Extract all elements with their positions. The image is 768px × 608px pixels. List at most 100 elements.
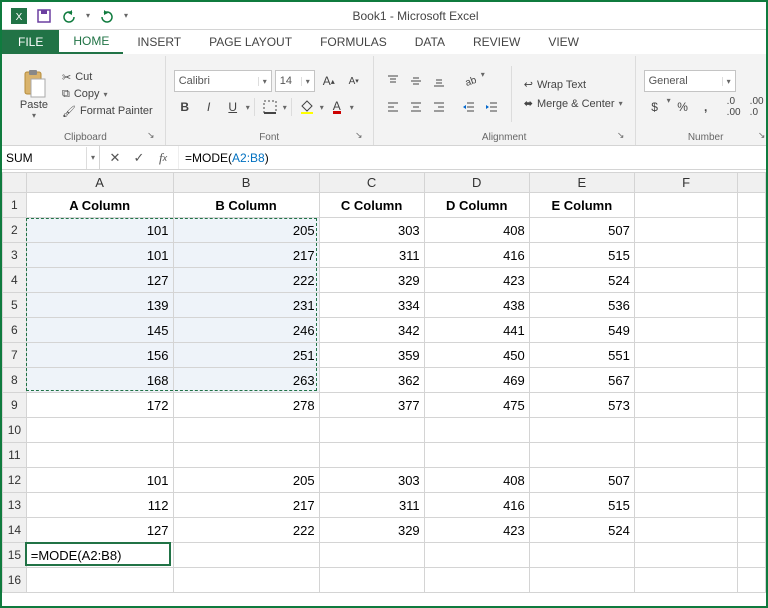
row-header-10[interactable]: 10	[3, 418, 27, 443]
cell[interactable]: 231	[173, 293, 319, 318]
tab-review[interactable]: REVIEW	[459, 30, 534, 54]
cell[interactable]	[738, 268, 766, 293]
cell[interactable]: 551	[529, 343, 634, 368]
cell[interactable]	[738, 518, 766, 543]
cell[interactable]: E Column	[529, 193, 634, 218]
dialog-launcher-icon[interactable]: ↘	[756, 130, 768, 142]
cell[interactable]	[738, 393, 766, 418]
cell[interactable]: 217	[173, 493, 319, 518]
cell[interactable]: 311	[319, 493, 424, 518]
col-header-b[interactable]: B	[173, 173, 319, 193]
cell[interactable]: 101	[26, 243, 173, 268]
cell[interactable]: 145	[26, 318, 173, 343]
cell[interactable]: 416	[424, 493, 529, 518]
row-header-1[interactable]: 1	[3, 193, 27, 218]
align-bottom-icon[interactable]	[428, 70, 450, 92]
cell[interactable]	[634, 518, 738, 543]
cell[interactable]	[738, 368, 766, 393]
cell[interactable]	[634, 268, 738, 293]
cell[interactable]	[634, 193, 738, 218]
row-header-6[interactable]: 6	[3, 318, 27, 343]
cell[interactable]: 156	[26, 343, 173, 368]
cell[interactable]	[173, 568, 319, 593]
cell[interactable]	[634, 418, 738, 443]
row-header-15[interactable]: 15	[3, 543, 27, 568]
fill-color-button[interactable]	[296, 96, 318, 118]
row-header-9[interactable]: 9	[3, 393, 27, 418]
bold-button[interactable]: B	[174, 96, 196, 118]
cell[interactable]: 139	[26, 293, 173, 318]
cell[interactable]: 101	[26, 218, 173, 243]
cell[interactable]: 377	[319, 393, 424, 418]
cell[interactable]: 217	[173, 243, 319, 268]
tab-insert[interactable]: INSERT	[123, 30, 195, 54]
row-header-2[interactable]: 2	[3, 218, 27, 243]
cell[interactable]: 329	[319, 268, 424, 293]
tab-file[interactable]: FILE	[2, 30, 59, 54]
dialog-launcher-icon[interactable]: ↘	[145, 130, 157, 142]
cell[interactable]: 205	[173, 218, 319, 243]
cell[interactable]: 334	[319, 293, 424, 318]
cell[interactable]	[424, 543, 529, 568]
cell[interactable]: 127	[26, 268, 173, 293]
row-header-5[interactable]: 5	[3, 293, 27, 318]
cell[interactable]: C Column	[319, 193, 424, 218]
cell[interactable]: 408	[424, 468, 529, 493]
cell[interactable]	[738, 418, 766, 443]
cell[interactable]: 549	[529, 318, 634, 343]
cell[interactable]: 441	[424, 318, 529, 343]
increase-indent-icon[interactable]	[481, 96, 503, 118]
cell[interactable]	[424, 568, 529, 593]
cell[interactable]: 303	[319, 218, 424, 243]
cell[interactable]: 205	[173, 468, 319, 493]
cell[interactable]	[634, 568, 738, 593]
redo-icon[interactable]	[96, 5, 118, 27]
comma-format-icon[interactable]: ,	[695, 96, 717, 118]
cell[interactable]: 101	[26, 468, 173, 493]
cell[interactable]	[634, 468, 738, 493]
cell[interactable]	[173, 543, 319, 568]
cell[interactable]: 438	[424, 293, 529, 318]
format-painter-button[interactable]: 🖌Format Painter	[58, 104, 157, 119]
copy-button[interactable]: ⧉Copy▾	[58, 87, 157, 102]
formula-input[interactable]: =MODE(A2:B8)	[179, 146, 766, 169]
cell[interactable]	[738, 343, 766, 368]
tab-view[interactable]: VIEW	[534, 30, 593, 54]
col-header-e[interactable]: E	[529, 173, 634, 193]
merge-center-button[interactable]: ⬌Merge & Center▾	[520, 96, 627, 111]
dialog-launcher-icon[interactable]: ↘	[353, 130, 365, 142]
underline-dropdown[interactable]: ▾	[246, 103, 250, 112]
cell[interactable]: 362	[319, 368, 424, 393]
align-center-icon[interactable]	[405, 96, 427, 118]
font-size-combo[interactable]: 14▾	[275, 70, 315, 92]
cell[interactable]	[529, 543, 634, 568]
col-header-c[interactable]: C	[319, 173, 424, 193]
borders-dropdown[interactable]: ▾	[283, 103, 287, 112]
cell[interactable]: 329	[319, 518, 424, 543]
cell[interactable]	[634, 343, 738, 368]
qat-customize-icon[interactable]: ▾	[121, 5, 131, 27]
select-all-corner[interactable]	[3, 173, 27, 193]
cell[interactable]: 168	[26, 368, 173, 393]
tab-home[interactable]: HOME	[59, 30, 123, 54]
qat-dropdown-icon[interactable]: ▾	[83, 5, 93, 27]
wrap-text-button[interactable]: ↩Wrap Text	[520, 77, 627, 92]
tab-page-layout[interactable]: PAGE LAYOUT	[195, 30, 306, 54]
tab-data[interactable]: DATA	[401, 30, 459, 54]
cell[interactable]	[529, 418, 634, 443]
name-box[interactable]: SUM▾	[2, 146, 100, 169]
col-header-a[interactable]: A	[26, 173, 173, 193]
cell[interactable]	[738, 243, 766, 268]
underline-button[interactable]: U	[222, 96, 244, 118]
cell[interactable]	[738, 468, 766, 493]
decrease-decimal-icon[interactable]: .00.0	[746, 96, 768, 118]
col-header-f[interactable]: F	[634, 173, 738, 193]
cell[interactable]: 127	[26, 518, 173, 543]
align-right-icon[interactable]	[428, 96, 450, 118]
cell[interactable]	[634, 543, 738, 568]
cell[interactable]: A Column	[26, 193, 173, 218]
cell[interactable]	[738, 218, 766, 243]
row-header-7[interactable]: 7	[3, 343, 27, 368]
cell[interactable]: 172	[26, 393, 173, 418]
row-header-8[interactable]: 8	[3, 368, 27, 393]
